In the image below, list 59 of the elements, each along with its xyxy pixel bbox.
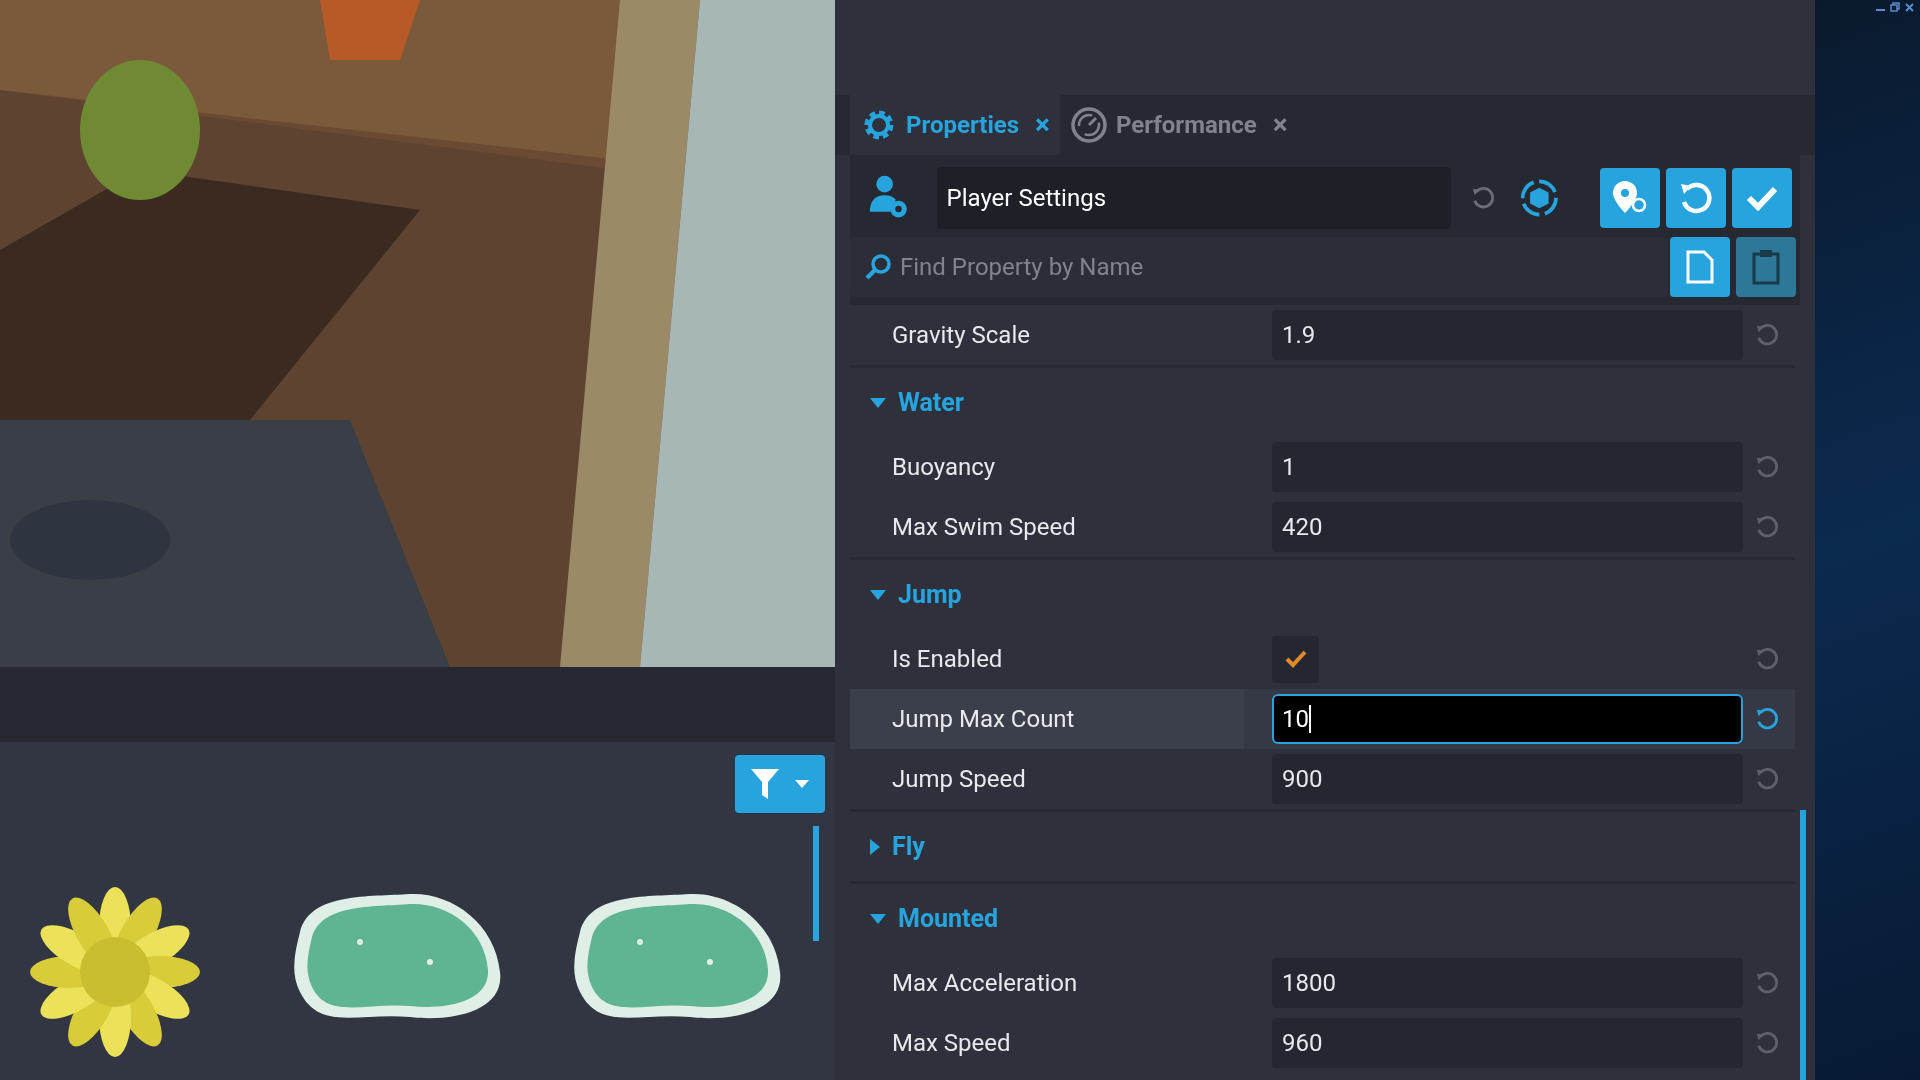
close-tab-icon[interactable]: × [1272, 104, 1288, 146]
section-title: Jump [898, 578, 962, 611]
value-field[interactable]: 420 [1272, 502, 1743, 552]
value-field[interactable]: 960 [1272, 1018, 1743, 1068]
value-field[interactable]: 1 [1272, 442, 1743, 492]
collapse-arrow-icon[interactable] [870, 397, 886, 408]
tab[interactable]: Properties × [850, 95, 1060, 155]
filter-icon [751, 769, 779, 799]
reset-icon[interactable] [1755, 767, 1779, 791]
revert-button[interactable] [1666, 168, 1726, 228]
collapse-arrow-icon[interactable] [870, 913, 886, 924]
property-label: Max Acceleration [891, 968, 1079, 999]
property-label: Buoyancy [891, 452, 997, 483]
reset-icon[interactable] [1755, 1031, 1779, 1055]
section-title: Mounted [898, 902, 999, 935]
property-label: Jump Speed [891, 764, 1027, 795]
collapse-arrow-icon[interactable] [870, 589, 886, 600]
reset-icon [1679, 181, 1713, 215]
location-pin-icon [1612, 181, 1648, 215]
reset-icon[interactable] [1755, 707, 1779, 731]
object-name-field[interactable]: Player Settings [936, 167, 1452, 229]
checkbox[interactable] [1272, 635, 1319, 683]
property-label: Max Speed [891, 1028, 1012, 1059]
checkmark-icon [1283, 649, 1308, 669]
value-field[interactable]: 900 [1272, 754, 1743, 804]
section-title: Fly [892, 830, 925, 863]
clipboard-icon [1752, 249, 1780, 285]
tab[interactable]: Performance × [1059, 95, 1298, 155]
restore-icon[interactable] [1890, 2, 1900, 12]
reset-icon[interactable] [1755, 515, 1779, 539]
scrollbar[interactable] [1800, 810, 1806, 1080]
reset-icon[interactable] [1755, 647, 1779, 671]
property-label: Jump Max Count [850, 689, 1244, 749]
copy-button[interactable] [1670, 237, 1730, 297]
property-label: Max Swim Speed [891, 512, 1077, 543]
checkmark-icon [1746, 185, 1778, 211]
paste-button[interactable] [1736, 237, 1796, 297]
search-icon [864, 253, 892, 281]
reset-icon[interactable] [1755, 971, 1779, 995]
close-icon[interactable] [1905, 2, 1914, 12]
value-field[interactable]: 1.9 [1272, 310, 1743, 360]
property-label: Gravity Scale [891, 320, 1031, 351]
close-tab-icon[interactable]: × [1035, 104, 1050, 146]
search-field[interactable]: Find Property by Name [850, 237, 1668, 297]
confirm-button[interactable] [1732, 168, 1792, 228]
scrollbar[interactable] [813, 826, 819, 941]
section-title: Water [898, 386, 964, 419]
value-field[interactable]: 10 [1272, 694, 1743, 744]
document-icon [1686, 250, 1714, 284]
reset-icon[interactable] [1755, 455, 1779, 479]
expand-arrow-icon[interactable] [870, 838, 880, 855]
reset-icon[interactable] [1471, 185, 1496, 211]
gauge-icon [1069, 106, 1108, 144]
location-search-button[interactable] [1600, 168, 1660, 228]
caret-icon [795, 780, 809, 788]
property-label: Is Enabled [891, 644, 1004, 675]
reset-icon[interactable] [1755, 323, 1779, 347]
value-field[interactable]: 1800 [1272, 958, 1743, 1008]
filter-button[interactable] [735, 755, 825, 813]
